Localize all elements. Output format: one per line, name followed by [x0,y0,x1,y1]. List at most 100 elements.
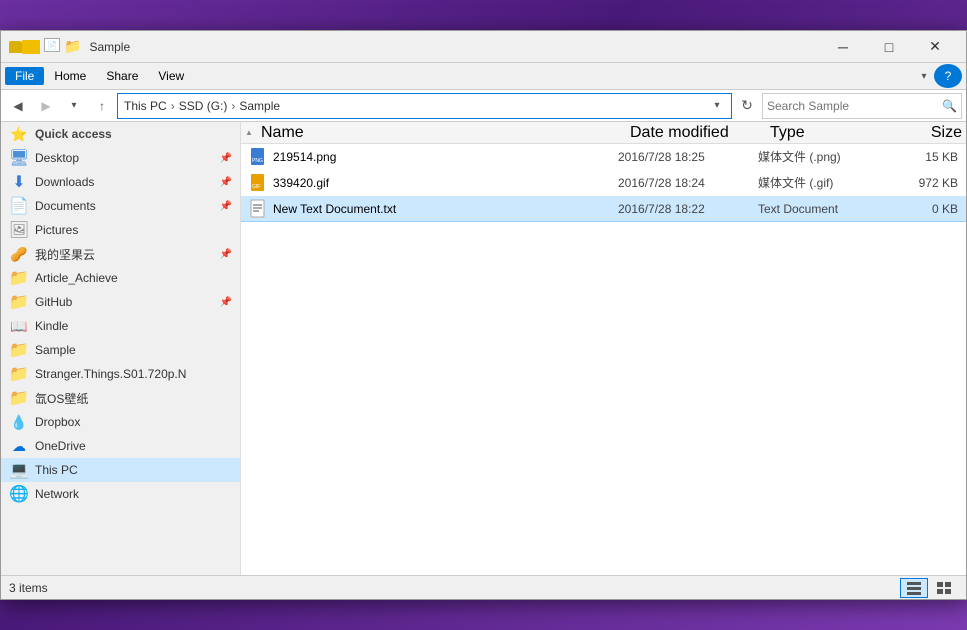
breadcrumb-thispc[interactable]: This PC [122,99,169,113]
file-icon-png: PNG [249,147,269,167]
network-icon: 🌐 [9,484,29,504]
sidebar-pictures[interactable]: 🖼 Pictures [1,218,240,242]
file-type-1: 媒体文件 (.png) [758,148,878,165]
search-icon: 🔍 [942,99,957,113]
status-bar: 3 items [1,575,966,599]
status-item-count: 3 items [9,581,900,595]
file-date-2: 2016/7/28 18:24 [618,176,758,190]
back-button[interactable]: ◀ [5,93,31,119]
github-pin-icon: 📌 [220,297,232,308]
onedrive-icon: ☁ [9,436,29,456]
kindle-icon: 📖 [9,316,29,336]
file-date-3: 2016/7/28 18:22 [618,202,758,216]
qios-icon: 📁 [9,388,29,408]
sidebar-article[interactable]: 📁 Article_Achieve [1,266,240,290]
breadcrumb-sample[interactable]: Sample [237,99,282,113]
sample-icon: 📁 [9,340,29,360]
file-type-2: 媒体文件 (.gif) [758,174,878,191]
sidebar: ⭐ Quick access 🖥 Desktop 📌 ⬇ Downloads 📌… [1,122,241,575]
title-folder2-icon: 📁 [64,38,81,55]
jianguo-icon: 🥜 [9,244,29,264]
svg-text:GIF: GIF [252,184,260,190]
documents-icon: 📄 [9,196,29,216]
sidebar-network[interactable]: 🌐 Network [1,482,240,506]
breadcrumb-sep-2: › [231,99,235,113]
title-folder-icon [9,38,40,55]
sidebar-quick-access: ⭐ Quick access [1,122,240,146]
sidebar-qios[interactable]: 📁 氙OS壁纸 [1,386,240,410]
title-bar: 📄 📁 Sample ─ □ ✕ [1,31,966,63]
details-view-icon [906,580,922,596]
table-row[interactable]: PNG 219514.png 2016/7/28 18:25 媒体文件 (.pn… [241,144,966,170]
col-scroll-up[interactable]: ▲ [241,128,257,137]
address-dropdown-btn[interactable]: ▾ [707,94,727,118]
article-icon: 📁 [9,268,29,288]
file-size-1: 15 KB [878,150,958,164]
up-button[interactable]: ↑ [89,93,115,119]
menu-view[interactable]: View [148,67,194,85]
github-icon: 📁 [9,292,29,312]
help-button[interactable]: ? [934,64,962,88]
pictures-icon: 🖼 [9,220,29,240]
downloads-icon: ⬇ [9,172,29,192]
search-bar[interactable]: 🔍 [762,93,962,119]
sidebar-jianguo[interactable]: 🥜 我的坚果云 📌 [1,242,240,266]
maximize-button[interactable]: □ [866,31,912,63]
menu-bar: File Home Share View ▾ ? [1,63,966,89]
col-header-date[interactable]: Date modified [626,124,766,142]
menu-file[interactable]: File [5,67,44,85]
search-input[interactable] [767,99,942,113]
title-bar-icons: 📄 📁 [9,38,81,55]
sidebar-sample[interactable]: 📁 Sample [1,338,240,362]
address-bar[interactable]: This PC › SSD (G:) › Sample ▾ [117,93,732,119]
window-controls: ─ □ ✕ [820,31,958,63]
sidebar-documents[interactable]: 📄 Documents 📌 [1,194,240,218]
file-name-1: 219514.png [273,150,618,164]
documents-pin-icon: 📌 [220,201,232,212]
desktop-icon: 🖥 [9,148,29,168]
jianguo-pin-icon: 📌 [220,249,232,260]
sidebar-desktop[interactable]: 🖥 Desktop 📌 [1,146,240,170]
window-title: Sample [89,40,820,54]
file-size-3: 0 KB [878,202,958,216]
close-button[interactable]: ✕ [912,31,958,63]
details-view-button[interactable] [900,578,928,598]
table-row[interactable]: GIF 339420.gif 2016/7/28 18:24 媒体文件 (.gi… [241,170,966,196]
sidebar-dropbox[interactable]: 💧 Dropbox [1,410,240,434]
quick-access-icon: ⭐ [9,124,29,144]
file-name-3: New Text Document.txt [273,202,618,216]
menu-share[interactable]: Share [96,67,148,85]
thispc-icon: 💻 [9,460,29,480]
svg-text:PNG: PNG [252,158,263,164]
file-type-3: Text Document [758,202,878,216]
recent-btn[interactable]: ▾ [61,93,87,119]
ribbon-expand-btn[interactable]: ▾ [914,66,934,86]
sidebar-stranger[interactable]: 📁 Stranger.Things.S01.720p.N [1,362,240,386]
sidebar-thispc[interactable]: 💻 This PC [1,458,240,482]
breadcrumb-ssd[interactable]: SSD (G:) [177,99,230,113]
minimize-button[interactable]: ─ [820,31,866,63]
col-header-name[interactable]: Name [257,124,626,142]
col-header-type[interactable]: Type [766,124,886,142]
main-content: ⭐ Quick access 🖥 Desktop 📌 ⬇ Downloads 📌… [1,122,966,575]
col-header-size[interactable]: Size [886,124,966,142]
file-column-header: ▲ Name Date modified Type Size [241,122,966,144]
title-blank-icon: 📄 [44,38,60,52]
desktop-pin-icon: 📌 [220,153,232,164]
table-row[interactable]: New Text Document.txt 2016/7/28 18:22 Te… [241,196,966,222]
sidebar-github[interactable]: 📁 GitHub 📌 [1,290,240,314]
file-list: PNG 219514.png 2016/7/28 18:25 媒体文件 (.pn… [241,144,966,575]
sidebar-downloads[interactable]: ⬇ Downloads 📌 [1,170,240,194]
address-toolbar: ◀ ▶ ▾ ↑ This PC › SSD (G:) › Sample ▾ ↻ … [1,90,966,122]
downloads-pin-icon: 📌 [220,177,232,188]
preview-view-button[interactable] [930,578,958,598]
dropbox-icon: 💧 [9,412,29,432]
ribbon: File Home Share View ▾ ? [1,63,966,90]
file-name-2: 339420.gif [273,176,618,190]
menu-home[interactable]: Home [44,67,96,85]
sidebar-onedrive[interactable]: ☁ OneDrive [1,434,240,458]
sidebar-kindle[interactable]: 📖 Kindle [1,314,240,338]
refresh-button[interactable]: ↻ [734,93,760,119]
forward-button[interactable]: ▶ [33,93,59,119]
file-date-1: 2016/7/28 18:25 [618,150,758,164]
